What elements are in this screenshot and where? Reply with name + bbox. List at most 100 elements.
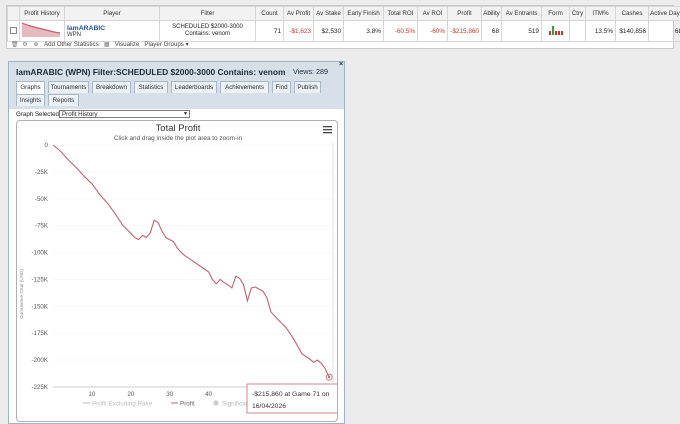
header-av-roi[interactable]: Av ROI: [417, 6, 448, 21]
stats-table-container: Profit History Player Filter Count Av Pr…: [6, 5, 680, 49]
tab-reports[interactable]: Reports: [48, 94, 79, 106]
views-count: Views: 289: [293, 67, 329, 76]
hover-dot: [327, 375, 331, 379]
header-player[interactable]: Player: [64, 6, 160, 21]
tooltip-line-1: -$215,860 at Game 71 on: [252, 391, 330, 398]
y-tick-label: -100K: [31, 250, 48, 257]
panel-title: IamARABIC (WPN) Filter:SCHEDULED $2000-3…: [16, 67, 286, 77]
settings-icon[interactable]: ⚙: [22, 42, 28, 48]
active-days-cell: 68: [648, 20, 680, 42]
y-tick-label: -175K: [31, 330, 48, 337]
header-av-stake[interactable]: Av Stake: [313, 6, 344, 21]
profit-series-line: [52, 144, 330, 378]
graph-select-value: Profit History: [62, 111, 98, 118]
tab-statistics[interactable]: Statistics: [134, 81, 168, 93]
itm-cell: 13.5%: [585, 20, 616, 42]
chart-title: Total Profit: [156, 123, 201, 134]
x-tick-label: 10: [88, 391, 95, 398]
tooltip-line-2: 16/04/2026: [252, 403, 286, 410]
ability-cell: 68: [481, 20, 502, 42]
table-toolbar: 🗑 ⚙ ⊕ Add Other Statistics ▦ Visualize P…: [11, 40, 189, 49]
plus-icon[interactable]: ⊕: [33, 42, 39, 48]
chart-legend: Profit Excluding Rake Profit Significanc…: [83, 400, 256, 408]
y-tick-label: -125K: [31, 276, 48, 283]
y-tick-label: -225K: [31, 384, 48, 391]
header-count[interactable]: Count: [255, 6, 284, 21]
y-tick-label: -25K: [35, 169, 49, 176]
stats-table: Profit History Player Filter Count Av Pr…: [7, 6, 680, 42]
filter-cell: SCHEDULED $2000-3000 Contains: venom: [159, 20, 256, 42]
y-tick-label: -200K: [31, 357, 48, 364]
row-checkbox[interactable]: [10, 27, 17, 35]
chart-icon[interactable]: ▦: [104, 42, 110, 48]
cashes-cell: $140,856: [615, 20, 649, 42]
player-cell[interactable]: IamARABIC WPN: [64, 20, 160, 42]
count-cell: 71: [255, 20, 284, 42]
av-roi-cell: -60%: [417, 20, 448, 42]
x-tick-label: 40: [205, 391, 212, 398]
early-finish-cell: 3.8%: [343, 20, 384, 42]
form-cell: [541, 20, 570, 42]
panel-header: IamARABIC (WPN) Filter:SCHEDULED $2000-3…: [9, 61, 344, 109]
graph-select[interactable]: Profit History ▼: [59, 110, 190, 118]
player-network: WPN: [67, 31, 81, 38]
header-av-entrants[interactable]: Av Entrants: [501, 6, 542, 21]
header-ability[interactable]: Ability: [481, 6, 502, 21]
y-tick-label: -50K: [35, 196, 49, 203]
av-stake-cell: $2,530: [313, 20, 344, 42]
tab-find[interactable]: Find: [272, 81, 291, 93]
y-axis-label: Cumulative Total (USD): [19, 269, 25, 319]
filter-line-2: Contains: venom: [184, 31, 231, 37]
av-entrants-cell: 519: [501, 20, 542, 42]
header-early-finish[interactable]: Early Finish: [343, 6, 384, 21]
profit-sparkline: [21, 22, 61, 37]
y-tick-label: -75K: [35, 223, 49, 230]
tab-breakdown[interactable]: Breakdown: [92, 81, 131, 93]
filter-line-1: SCHEDULED $2000-3000: [172, 24, 243, 30]
add-other-statistics-link[interactable]: Add Other Statistics: [44, 41, 99, 48]
tab-achievements[interactable]: Achievements: [220, 81, 269, 93]
x-tick-label: 20: [127, 391, 134, 398]
av-profit-cell: -$1,623: [283, 20, 314, 42]
tab-graphs[interactable]: Graphs: [16, 81, 45, 94]
total-roi-cell: -60.5%: [383, 20, 418, 42]
profit-chart[interactable]: Total Profit Click and drag inside the p…: [17, 121, 338, 422]
header-profit[interactable]: Profit: [447, 6, 482, 21]
player-panel: IamARABIC (WPN) Filter:SCHEDULED $2000-3…: [8, 61, 345, 424]
header-cashes[interactable]: Cashes: [615, 6, 649, 21]
visualize-link[interactable]: Visualize: [115, 41, 140, 48]
header-select: [7, 6, 20, 21]
legend-profit[interactable]: Profit: [180, 401, 195, 408]
profit-cell: -$215,860: [447, 20, 482, 42]
chart-tooltip: -$215,860 at Game 71 on 16/04/2026: [246, 383, 337, 414]
chart-subtitle: Click and drag inside the plot area to z…: [114, 135, 243, 142]
player-groups-dropdown[interactable]: Player Groups ▾: [144, 41, 188, 48]
menu-icon[interactable]: [323, 126, 332, 134]
header-profit-history[interactable]: Profit History: [19, 6, 65, 21]
y-tick-label: -150K: [31, 303, 48, 310]
header-ctry[interactable]: Ctry: [569, 6, 586, 21]
tab-publish[interactable]: Publish: [294, 81, 321, 93]
header-av-profit[interactable]: Av Profit: [283, 6, 314, 21]
x-tick-label: 30: [166, 391, 173, 398]
graph-selected-label: Graph Selected:: [16, 111, 61, 118]
header-filter[interactable]: Filter: [159, 6, 256, 21]
tab-tournaments[interactable]: Tournaments: [48, 81, 89, 93]
chart-container: Total Profit Click and drag inside the p…: [16, 120, 338, 422]
tab-insights[interactable]: Insights: [16, 94, 45, 106]
header-active-days[interactable]: Active Days: [648, 6, 680, 21]
y-tick-label: 0: [45, 142, 49, 149]
ctry-cell: [569, 20, 586, 42]
header-total-roi[interactable]: Total ROI: [383, 6, 418, 21]
table-row[interactable]: IamARABIC WPN SCHEDULED $2000-3000 Conta…: [7, 20, 680, 42]
legend-profit-excluding-rake[interactable]: Profit Excluding Rake: [92, 401, 153, 408]
trash-icon[interactable]: 🗑: [11, 42, 19, 48]
profit-history-cell[interactable]: [19, 20, 65, 42]
header-itm[interactable]: ITM%: [585, 6, 616, 21]
tab-leaderboards[interactable]: Leaderboards: [171, 81, 217, 93]
stats-header-row: Profit History Player Filter Count Av Pr…: [7, 6, 680, 21]
chevron-down-icon: ▼: [183, 111, 188, 117]
player-name-link[interactable]: IamARABIC: [67, 25, 157, 32]
close-icon[interactable]: ×: [339, 61, 343, 68]
header-form[interactable]: Form: [541, 6, 570, 21]
